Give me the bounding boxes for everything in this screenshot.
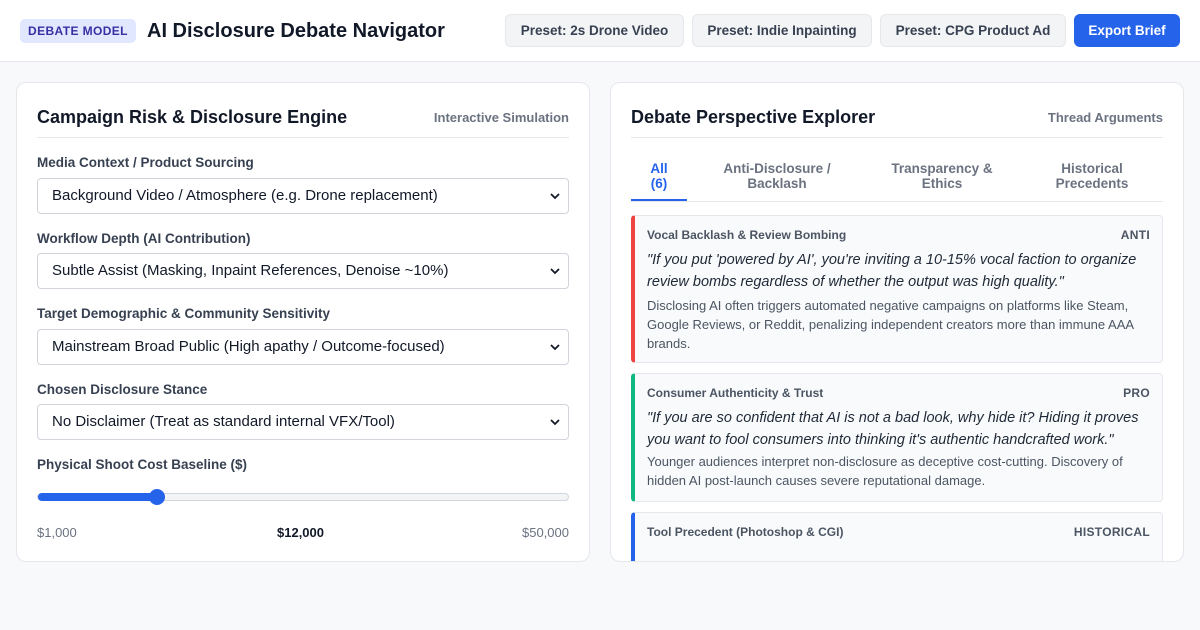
argument-heading: Tool Precedent (Photoshop & CGI) <box>647 525 844 539</box>
argument-body: Younger audiences interpret non-disclosu… <box>647 454 1123 488</box>
shoot-cost-label: Physical Shoot Cost Baseline ($) <box>37 457 248 472</box>
chevron-down-icon <box>550 344 560 351</box>
argument-body: Disclosing AI often triggers automated n… <box>647 298 1134 351</box>
divider <box>37 137 569 138</box>
argument-heading: Consumer Authenticity & Trust <box>647 386 824 400</box>
argument-tag: ANTI <box>1120 228 1150 242</box>
campaign-risk-panel: Campaign Risk & Disclosure Engine Intera… <box>16 82 590 562</box>
argument-card[interactable]: Consumer Authenticity & Trust PRO "If yo… <box>631 373 1163 502</box>
slider-min-label: $1,000 <box>37 525 77 540</box>
divider <box>631 137 1163 138</box>
argument-tag: PRO <box>1123 386 1150 400</box>
argument-heading: Vocal Backlash & Review Bombing <box>647 228 847 242</box>
argument-quote: "If you put 'powered by AI', you're invi… <box>647 252 1137 290</box>
workflow-depth-label: Workflow Depth (AI Contribution) <box>37 231 251 246</box>
media-context-select[interactable]: Background Video / Atmosphere (e.g. Dron… <box>37 178 569 214</box>
tab-historical-precedents[interactable]: Historical Precedents <box>1037 161 1147 191</box>
model-badge: DEBATE MODEL <box>20 19 136 43</box>
tab-transparency-ethics[interactable]: Transparency & Ethics <box>872 161 1012 191</box>
media-context-label: Media Context / Product Sourcing <box>37 155 254 170</box>
active-tab-indicator <box>631 199 687 201</box>
media-context-value: Background Video / Atmosphere (e.g. Dron… <box>52 187 438 204</box>
target-demographic-select[interactable]: Mainstream Broad Public (High apathy / O… <box>37 329 569 365</box>
target-demographic-label: Target Demographic & Community Sensitivi… <box>37 306 331 321</box>
chevron-down-icon <box>550 268 560 275</box>
slider-fill <box>38 493 157 501</box>
argument-card[interactable]: Vocal Backlash & Review Bombing ANTI "If… <box>631 215 1163 363</box>
app-title: AI Disclosure Debate Navigator <box>147 20 445 42</box>
perspective-tabs: All (6) Anti-Disclosure / Backlash Trans… <box>631 155 1163 202</box>
top-bar: DEBATE MODEL AI Disclosure Debate Naviga… <box>0 0 1200 62</box>
slider-thumb[interactable] <box>148 489 165 505</box>
preset-cpg-product-ad-button[interactable]: Preset: CPG Product Ad <box>880 14 1066 47</box>
preset-indie-inpainting-button[interactable]: Preset: Indie Inpainting <box>692 14 872 47</box>
tab-all[interactable]: All (6) <box>643 161 675 191</box>
argument-card[interactable]: Tool Precedent (Photoshop & CGI) HISTORI… <box>631 512 1163 561</box>
slider-max-label: $50,000 <box>522 525 569 540</box>
argument-quote: "If you are so confident that AI is not … <box>647 410 1139 448</box>
export-brief-button[interactable]: Export Brief <box>1074 14 1180 47</box>
disclosure-stance-value: No Disclaimer (Treat as standard interna… <box>52 413 395 430</box>
panel-title: Campaign Risk & Disclosure Engine <box>37 107 348 127</box>
chevron-down-icon <box>550 419 560 426</box>
panel-subtitle: Thread Arguments <box>1047 110 1163 125</box>
argument-tag: HISTORICAL <box>1073 525 1150 539</box>
workflow-depth-select[interactable]: Subtle Assist (Masking, Inpaint Referenc… <box>37 253 569 289</box>
workflow-depth-value: Subtle Assist (Masking, Inpaint Referenc… <box>52 262 449 279</box>
panel-subtitle: Interactive Simulation <box>433 110 569 125</box>
disclosure-stance-select[interactable]: No Disclaimer (Treat as standard interna… <box>37 404 569 440</box>
shoot-cost-slider[interactable] <box>37 489 569 505</box>
debate-explorer-panel: Debate Perspective Explorer Thread Argum… <box>610 82 1184 562</box>
slider-value-label: $12,000 <box>277 525 324 540</box>
chevron-down-icon <box>550 193 560 200</box>
preset-drone-video-button[interactable]: Preset: 2s Drone Video <box>505 14 684 47</box>
panel-title: Debate Perspective Explorer <box>631 107 876 127</box>
tab-anti-disclosure[interactable]: Anti-Disclosure / Backlash <box>707 161 847 191</box>
target-demographic-value: Mainstream Broad Public (High apathy / O… <box>52 338 445 355</box>
disclosure-stance-label: Chosen Disclosure Stance <box>37 382 208 397</box>
